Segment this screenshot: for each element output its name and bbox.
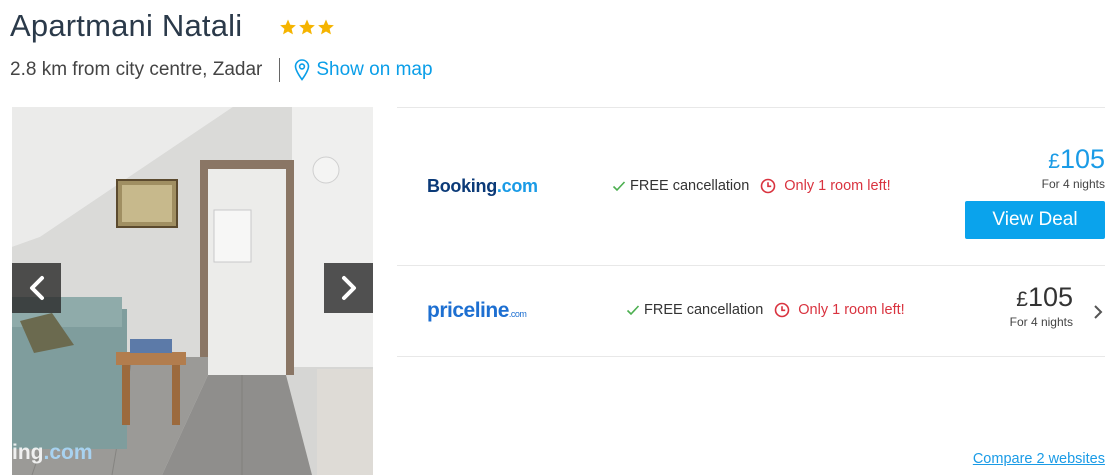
prev-photo-button[interactable] (12, 263, 61, 313)
booking-logo-suffix: .com (496, 176, 538, 196)
photo-watermark: ing.com (12, 441, 93, 465)
free-cancellation-label: FREE cancellation (630, 178, 750, 194)
price[interactable]: £105 (1010, 283, 1073, 314)
priceline-logo[interactable]: priceline.com (427, 299, 527, 323)
rooms-left: Only 1 room left! (760, 178, 891, 194)
price-value: 105 (1059, 144, 1105, 174)
nights-label: For 4 nights (1041, 177, 1105, 191)
deal-row[interactable]: priceline.com FREE cancellation Only 1 r… (397, 265, 1105, 357)
next-photo-button[interactable] (324, 263, 373, 313)
location-line: 2.8 km from city centre, Zadar Show on m… (10, 58, 433, 82)
checkmark-icon (612, 181, 626, 192)
watermark-main: ing (12, 441, 44, 464)
free-cancellation-label: FREE cancellation (644, 302, 764, 318)
price[interactable]: £105 (1042, 145, 1105, 176)
hotel-name: Apartmani Natali (10, 8, 243, 43)
star-icon (299, 19, 315, 35)
chevron-right-icon[interactable] (1093, 304, 1103, 320)
deals-list: Booking.com FREE cancellation Only 1 roo… (397, 107, 1105, 357)
rooms-left-label: Only 1 room left! (784, 178, 891, 194)
star-icon (280, 19, 296, 35)
show-on-map-label: Show on map (316, 59, 433, 80)
distance-text: 2.8 km from city centre, Zadar (10, 59, 263, 80)
room-photo-scene (12, 107, 373, 475)
rooms-left: Only 1 room left! (774, 302, 905, 318)
booking-logo[interactable]: Booking.com (427, 176, 538, 197)
hotel-photo[interactable]: ing.com (12, 107, 373, 475)
free-cancellation: FREE cancellation (612, 178, 749, 194)
rooms-left-label: Only 1 room left! (798, 302, 905, 318)
clock-icon (774, 302, 790, 318)
compare-websites-link[interactable]: Compare 2 websites (973, 451, 1105, 467)
currency-symbol: £ (1048, 150, 1060, 173)
price-value: 105 (1027, 282, 1073, 312)
price-box: £105 For 4 nights (1042, 145, 1105, 191)
star-rating (279, 18, 335, 36)
show-on-map-link[interactable]: Show on map (294, 59, 433, 81)
deal-row: Booking.com FREE cancellation Only 1 roo… (397, 107, 1105, 265)
currency-symbol: £ (1016, 288, 1028, 311)
view-deal-button[interactable]: View Deal (965, 201, 1105, 239)
watermark-suffix: .com (43, 441, 93, 464)
free-cancellation: FREE cancellation (626, 302, 763, 318)
map-pin-icon (295, 59, 310, 81)
price-box: £105 For 4 nights (1010, 283, 1073, 329)
divider (279, 58, 281, 82)
booking-logo-main: Booking (427, 176, 497, 196)
checkmark-icon (626, 305, 640, 316)
nights-label: For 4 nights (1009, 315, 1073, 329)
chevron-left-icon (29, 276, 44, 300)
star-icon (318, 19, 334, 35)
priceline-logo-main: priceline (427, 299, 509, 322)
priceline-logo-suffix: .com (508, 309, 527, 319)
deal-features: FREE cancellation Only 1 room left! (612, 178, 891, 194)
deal-features: FREE cancellation Only 1 room left! (626, 302, 905, 318)
chevron-right-icon (341, 276, 356, 300)
clock-icon (760, 178, 776, 194)
